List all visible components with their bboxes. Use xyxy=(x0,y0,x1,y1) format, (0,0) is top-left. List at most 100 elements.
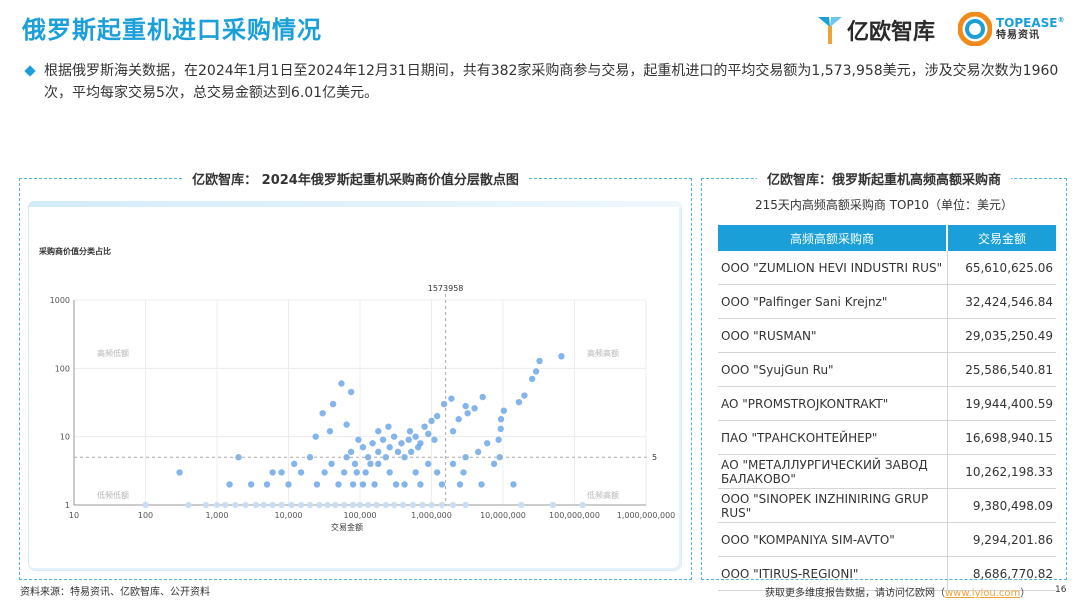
column-header-buyer: 高频高额采购商 xyxy=(718,225,948,251)
scatter-point xyxy=(269,501,276,509)
buyer-name: OOO "ZUMLION HEVI INDUSTRI RUS" xyxy=(718,251,948,285)
table-row: АО "МЕТАЛЛУРГИЧЕСКИЙ ЗАВОД БАЛАКОВО" 10,… xyxy=(718,454,1056,489)
scatter-point xyxy=(332,501,339,509)
buyer-name: OOO "KOMPANIYA SIM-AVTO" xyxy=(718,522,948,557)
reference-label-x: 1573958 xyxy=(428,284,464,293)
buyer-name: AO "PROMSTROJKONTRAKT" xyxy=(718,386,948,421)
table-row: OOO "RUSMAN" 29,035,250.49 xyxy=(718,318,1056,353)
scatter-point xyxy=(373,501,380,509)
scatter-chart: 采购商价值分类占比 10 100 1,000 10,000 100,000 1,000,00… xyxy=(38,246,675,532)
scatter-point xyxy=(449,501,457,509)
x-tick-label: 100,000 xyxy=(343,511,376,520)
scatter-point xyxy=(349,501,357,509)
buyer-amount: 9,380,498.09 xyxy=(947,488,1056,523)
yiou-logo[interactable]: 亿欧智库 xyxy=(815,14,935,46)
scatter-point xyxy=(347,448,355,456)
scatter-point xyxy=(340,469,348,476)
chart-title: 采购商价值分类占比 xyxy=(38,246,111,256)
scatter-point xyxy=(412,469,419,476)
buyer-name: OOO "SINOPEK INZHINIRING GRUP RUS" xyxy=(718,488,948,523)
buyer-amount: 32,424,546.84 xyxy=(947,284,1056,319)
scatter-point xyxy=(549,501,557,509)
scatter-point xyxy=(221,501,229,509)
scatter-point xyxy=(142,501,149,509)
scatter-point xyxy=(371,481,378,488)
scatter-point xyxy=(247,481,255,488)
scatter-point xyxy=(521,392,528,399)
y-tick-label: 1 xyxy=(65,501,70,510)
scatter-point xyxy=(449,460,457,468)
scatter-point xyxy=(417,481,424,488)
x-tick-label: 10 xyxy=(69,511,79,520)
scatter-point xyxy=(518,501,525,509)
topease-logo[interactable]: TOPEASE® 特易资讯 xyxy=(958,12,1065,46)
scatter-point xyxy=(328,460,335,468)
scatter-point xyxy=(306,501,314,509)
scatter-point xyxy=(335,481,342,488)
scatter-point xyxy=(464,410,471,417)
scatter-point xyxy=(449,428,457,435)
scatter-point xyxy=(338,380,345,387)
scatter-point xyxy=(414,444,422,451)
scatter-point xyxy=(428,417,435,425)
footer-url-link[interactable]: www.iyiou.com xyxy=(945,588,1020,599)
scatter-point xyxy=(353,469,360,476)
page-title: 俄罗斯起重机进口采购情况 xyxy=(22,16,322,44)
scatter-point xyxy=(278,501,285,509)
scatter-point xyxy=(386,444,393,451)
scatter-point xyxy=(462,501,469,509)
topease-logo-en: TOPEASE xyxy=(996,16,1058,30)
scatter-point xyxy=(495,436,502,443)
y-tick-label: 100 xyxy=(55,364,70,373)
buyer-amount: 25,586,540.81 xyxy=(947,352,1056,387)
scatter-point xyxy=(340,501,348,509)
scatter-point xyxy=(232,501,239,509)
scatter-point xyxy=(431,436,438,443)
quadrant-label-bottom-right: 低频高额 xyxy=(587,490,619,500)
quadrant-label-top-left: 高频低额 xyxy=(97,348,129,358)
buyer-name: OOO "RUSMAN" xyxy=(718,318,948,353)
scatter-point xyxy=(412,433,419,440)
scatter-panel: 亿欧智库： 2024年俄罗斯起重机采购商价值分层散点图 采购商价值分类占比 10 1… xyxy=(19,173,692,580)
scatter-point xyxy=(347,388,355,396)
top-buyers-panel: 亿欧智库：俄罗斯起重机高频高额采购商 215天内高频高额采购商 TOP10（单位… xyxy=(701,173,1067,591)
scatter-point xyxy=(297,469,305,476)
scatter-point xyxy=(319,410,326,417)
scatter-point xyxy=(515,398,523,406)
y-tick-label: 10 xyxy=(60,433,70,442)
table-row: OOO "Palfinger Sani Krejnz" 32,424,546.8… xyxy=(718,284,1056,319)
scatter-point xyxy=(433,469,441,476)
table-row: OOO "KOMPANIYA SIM-AVTO" 9,294,201.86 xyxy=(718,522,1056,557)
buyer-name: ПАО "ТРАНСКОНТЕЙНЕР" xyxy=(718,420,948,455)
scatter-point xyxy=(379,436,387,443)
scatter-point xyxy=(497,425,504,433)
scatter-point xyxy=(390,501,398,509)
scatter-point xyxy=(326,428,334,435)
scatter-point xyxy=(375,428,382,435)
scatter-point xyxy=(532,368,540,375)
scatter-point xyxy=(460,469,467,476)
scatter-point xyxy=(260,501,267,509)
scatter-point xyxy=(428,501,435,509)
source-note: 资料来源：特易资讯、亿欧智库、公开资料 xyxy=(20,587,210,598)
scatter-point xyxy=(475,448,482,456)
scatter-point xyxy=(471,405,478,412)
x-tick-label: 1,000,000 xyxy=(411,511,452,520)
buyer-name: OOO "Palfinger Sani Krejnz" xyxy=(718,284,948,319)
top-buyers-table: 高频高额采购商 交易金额 OOO "ZUMLION HEVI INDUSTRI … xyxy=(718,225,1056,591)
scatter-point xyxy=(394,448,402,456)
scatter-point xyxy=(367,460,374,468)
scatter-point xyxy=(448,395,455,402)
scatter-point xyxy=(252,501,260,509)
scatter-panel-title: 亿欧智库： 2024年俄罗斯起重机采购商价值分层散点图 xyxy=(182,173,529,188)
scatter-point xyxy=(483,440,491,447)
table-row: OOO "SyujGun Ru" 25,586,540.81 xyxy=(718,352,1056,387)
scatter-point xyxy=(497,416,505,423)
buyer-name: АО "МЕТАЛЛУРГИЧЕСКИЙ ЗАВОД БАЛАКОВО" xyxy=(718,454,948,489)
diamond-bullet-icon xyxy=(24,65,36,77)
scatter-point xyxy=(579,501,586,509)
scatter-point xyxy=(386,469,393,476)
scatter-point xyxy=(290,460,298,468)
topease-logo-icon xyxy=(958,12,992,46)
scatter-point xyxy=(343,421,350,428)
